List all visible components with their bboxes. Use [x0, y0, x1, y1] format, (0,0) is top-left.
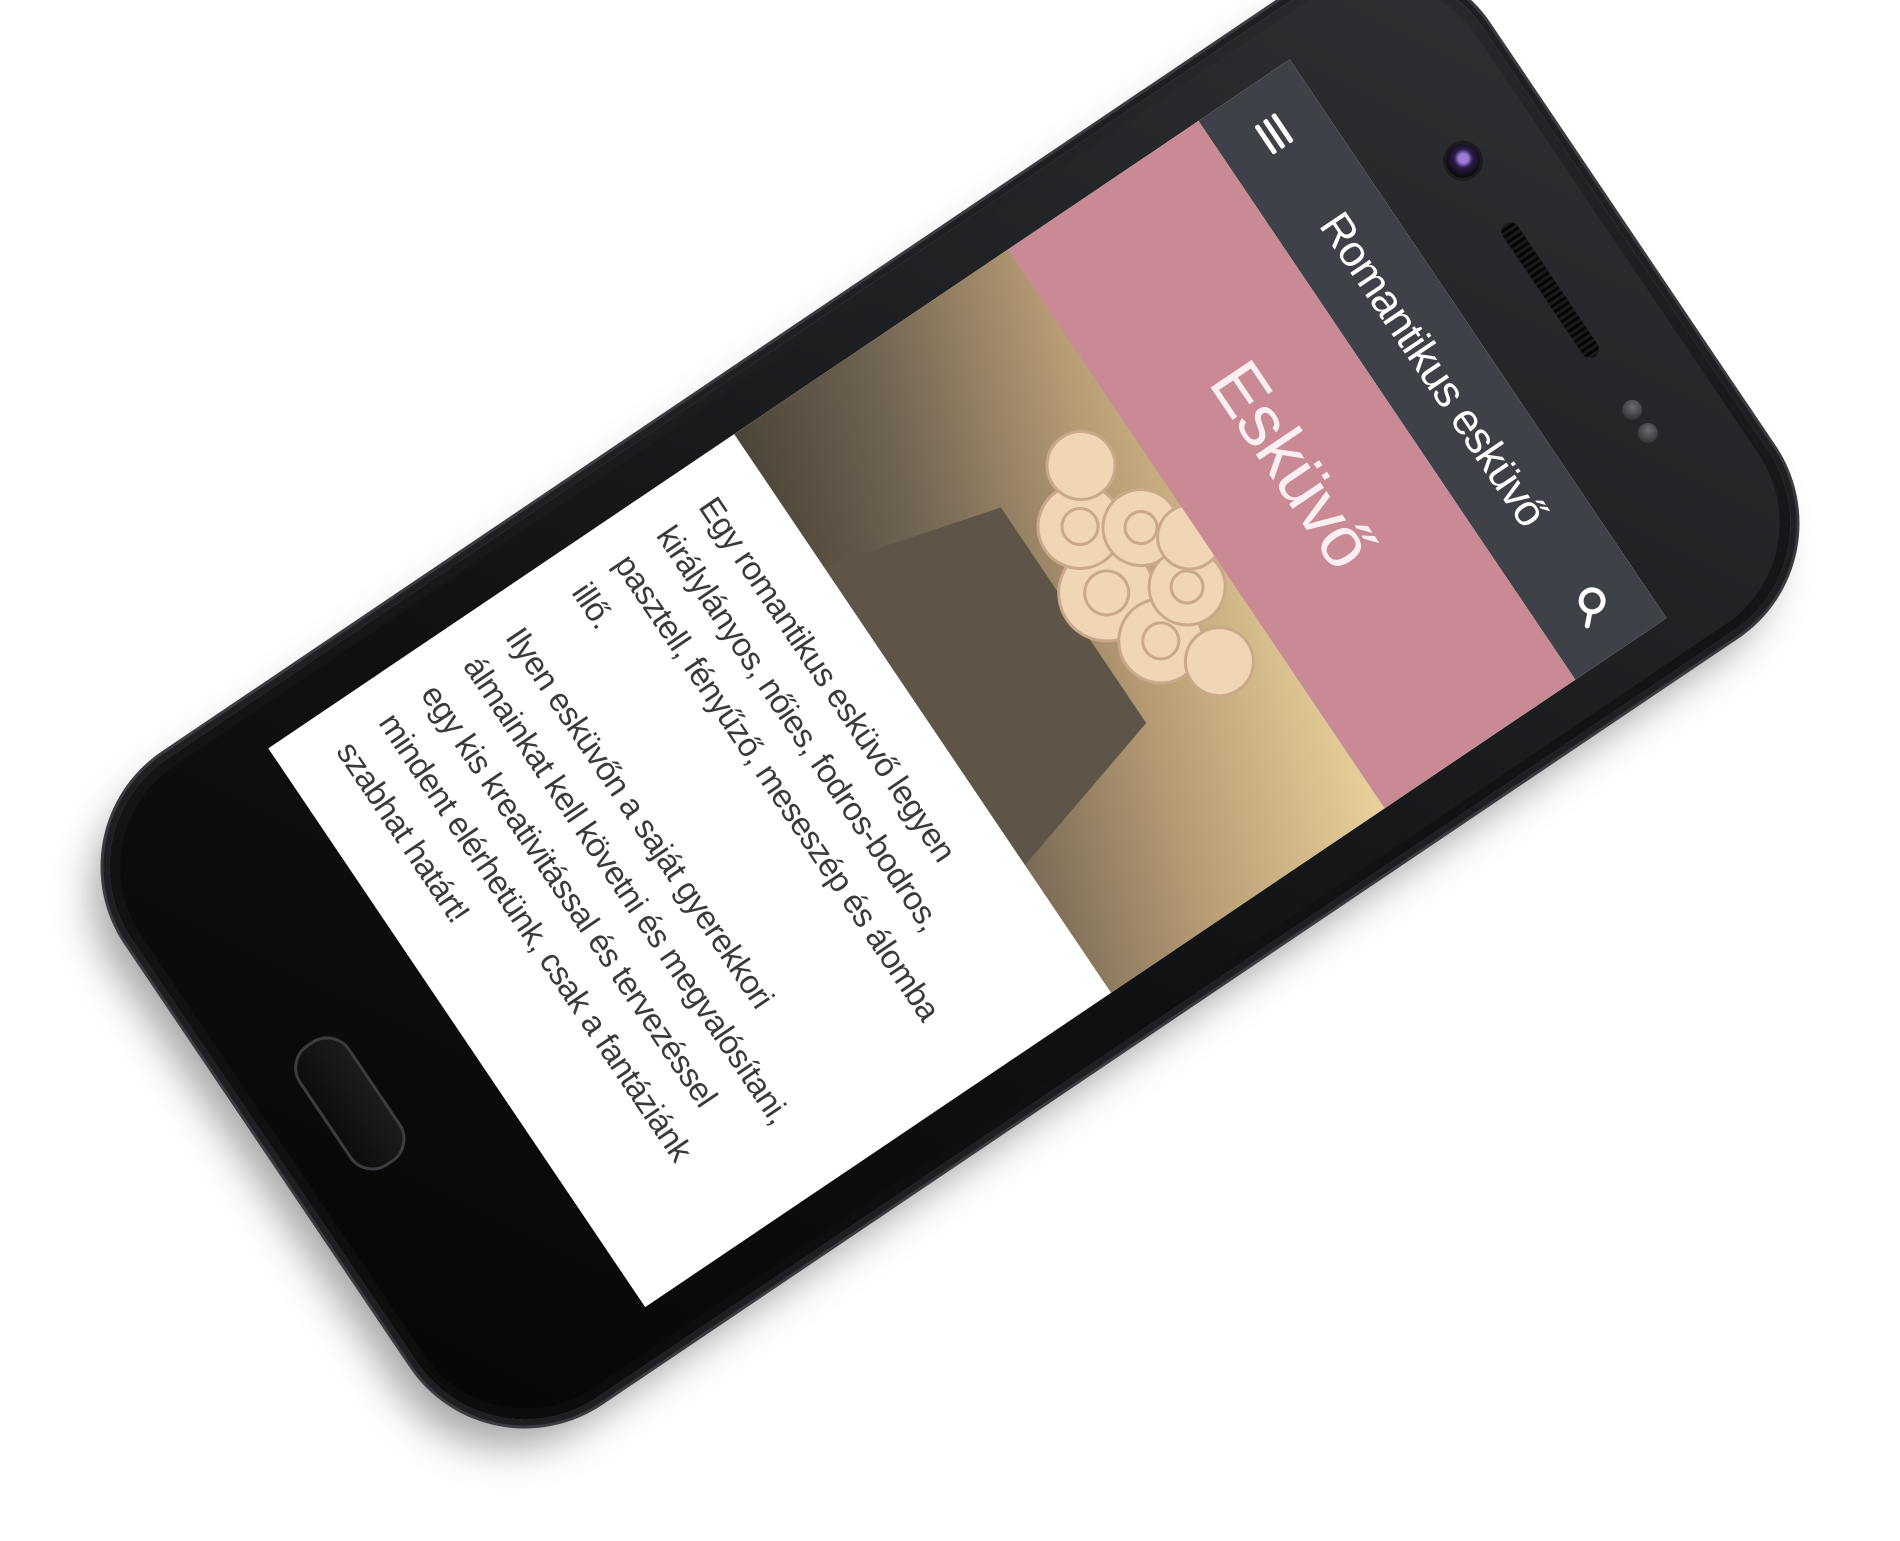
search-icon[interactable]: [1559, 573, 1623, 637]
smartphone: Romantikus esküvő Esküvő Egy romantikus …: [59, 0, 1841, 1470]
front-camera-icon: [1439, 137, 1487, 185]
phone-screen: Romantikus esküvő Esküvő Egy romantikus …: [268, 59, 1667, 1308]
light-sensor: [1633, 419, 1662, 447]
hamburger-menu-icon[interactable]: [1242, 102, 1306, 166]
hero-heading: Esküvő: [1194, 346, 1390, 583]
proximity-sensor: [1618, 395, 1647, 424]
home-button[interactable]: [283, 1025, 417, 1182]
earpiece-speaker: [1498, 218, 1603, 362]
